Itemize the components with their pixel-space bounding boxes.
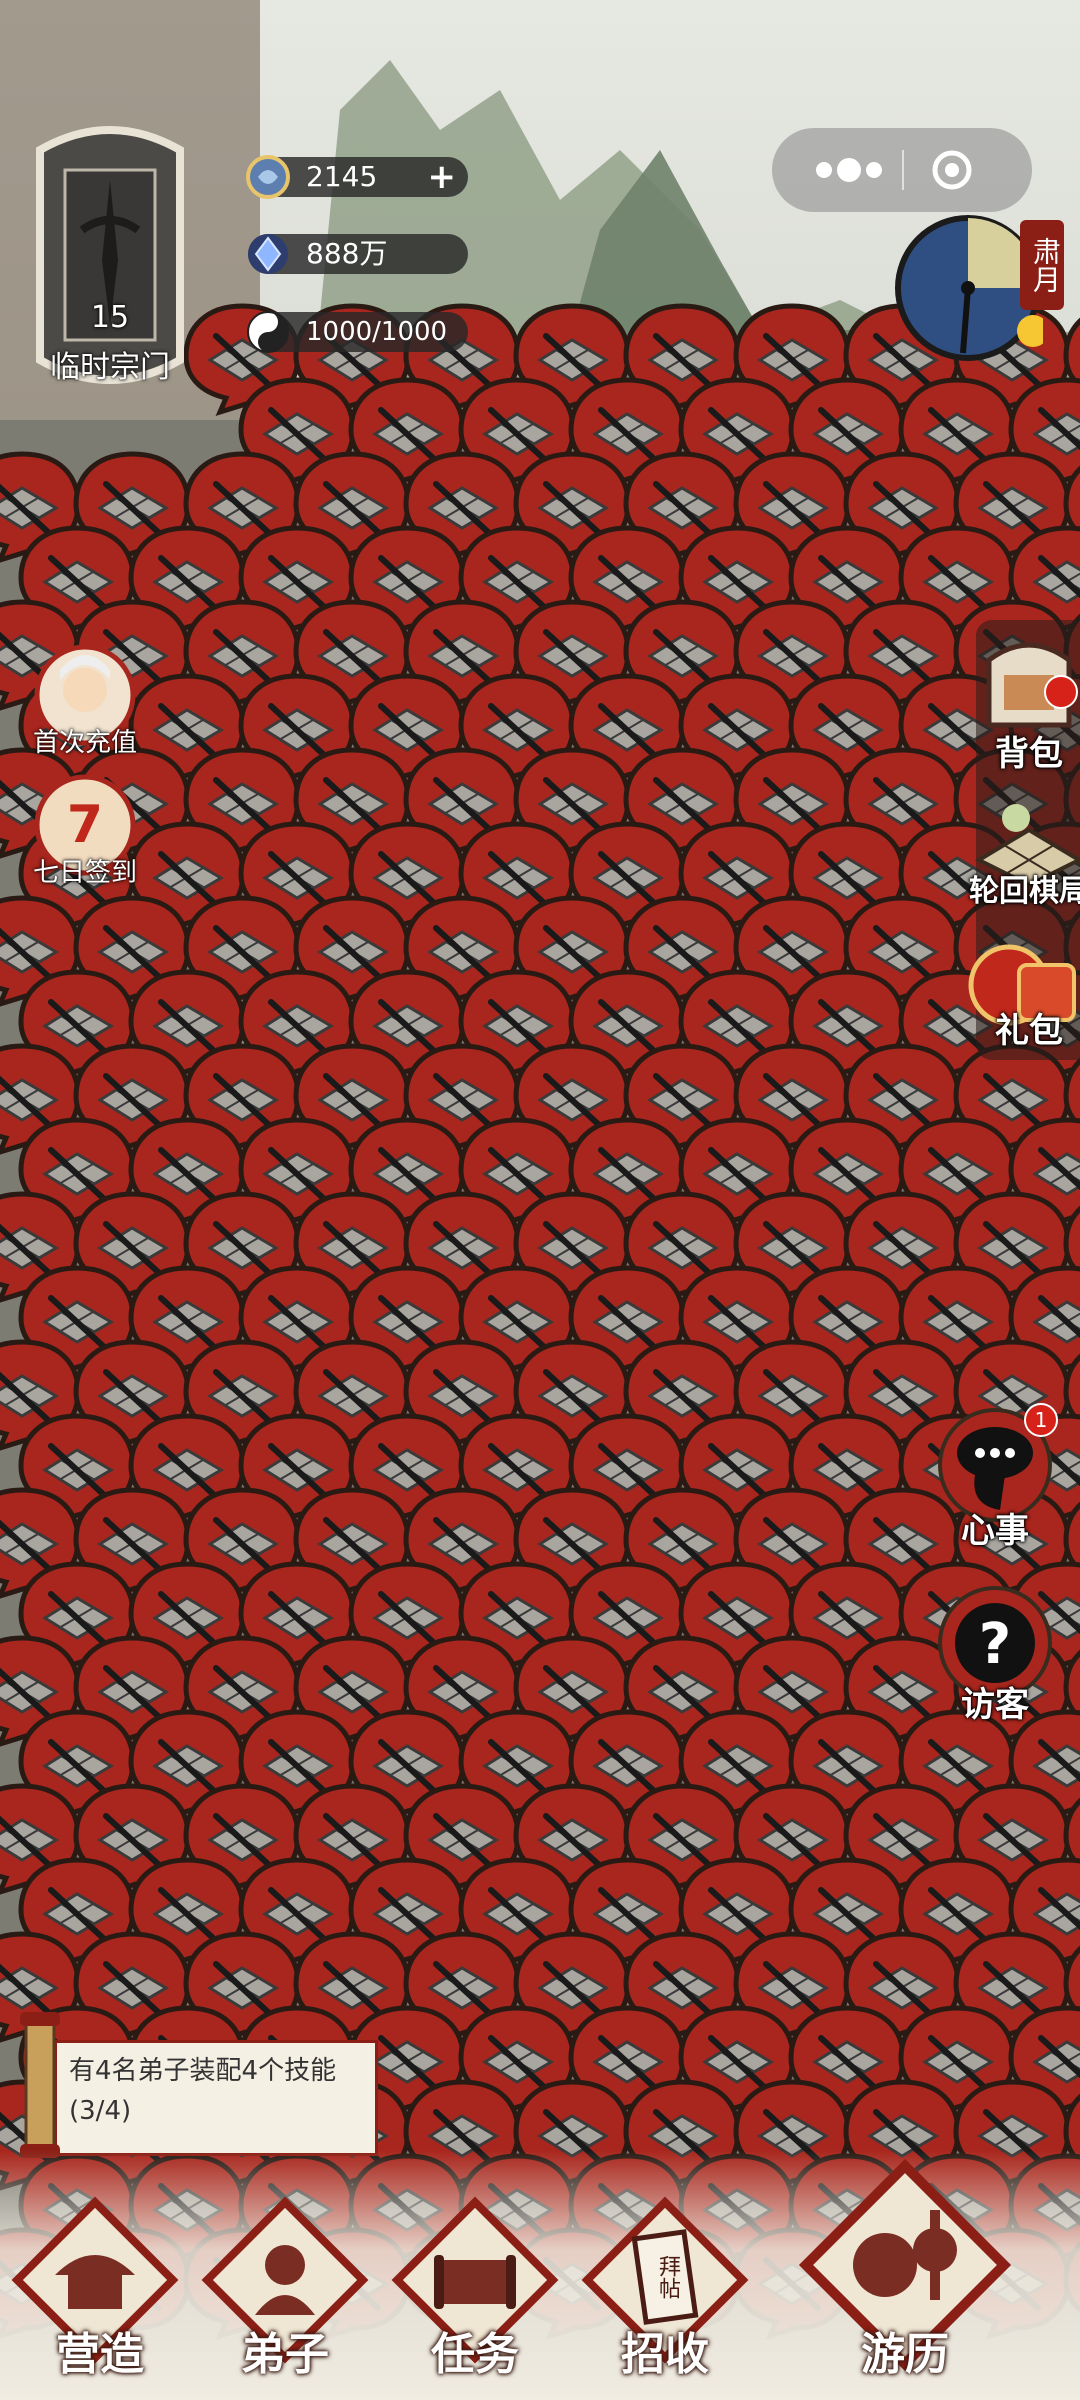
first-recharge-button[interactable]: 首次充值: [30, 640, 140, 758]
nav-recruit-label: 招收: [621, 2329, 709, 2380]
capsule-divider: [902, 150, 904, 190]
quest-paper: 有4名弟子装配4个技能(3/4): [54, 2040, 378, 2156]
nav-tasks-label: 任务: [431, 2329, 519, 2380]
chess-board-label: 轮回棋局: [969, 874, 1080, 909]
yin-yang-value: 1000/1000: [306, 317, 448, 347]
chess-board-button[interactable]: 轮回棋局: [964, 790, 1080, 920]
scroll-roll-icon: [20, 2012, 60, 2158]
yin-yang-icon: [247, 311, 289, 353]
visitors-button[interactable]: ? 访客: [930, 1585, 1060, 1725]
backpack-alert-dot: [1044, 675, 1078, 709]
gift-pack-label: 礼包: [995, 1011, 1063, 1051]
nav-disciples-label: 弟子: [241, 2329, 329, 2380]
spirit-stone-value: 2145: [306, 160, 378, 193]
spirit-stone-counter[interactable]: 2145 +: [246, 155, 468, 199]
invitation-card-text: 拜帖: [655, 2255, 680, 2299]
backpack-label: 背包: [995, 734, 1063, 774]
backpack-button[interactable]: 背包: [964, 630, 1080, 774]
spirit-stone-icon: [246, 155, 290, 199]
seven-day-signin-label: 七日签到: [32, 858, 137, 888]
nav-travel-label: 游历: [861, 2329, 949, 2380]
sect-name: 临时宗门: [50, 350, 170, 385]
crystal-value: 888万: [306, 237, 388, 270]
thoughts-badge: 1: [1024, 1403, 1058, 1437]
svg-text:7: 7: [67, 795, 103, 855]
add-spirit-stone-button[interactable]: +: [428, 157, 457, 197]
svg-text:?: ?: [979, 1612, 1011, 1677]
seven-day-signin-button[interactable]: 7 七日签到: [30, 770, 140, 888]
season-label: 肃月: [1020, 220, 1064, 310]
thoughts-button[interactable]: 1 心事: [930, 1403, 1060, 1551]
quest-tracker[interactable]: 有4名弟子装配4个技能(3/4): [14, 2010, 378, 2160]
quest-text: 有4名弟子装配4个技能(3/4): [69, 2056, 337, 2126]
thoughts-label: 心事: [961, 1511, 1029, 1551]
gift-pack-button[interactable]: 礼包: [964, 935, 1080, 1065]
first-recharge-label: 首次充值: [32, 728, 137, 758]
more-options-icon[interactable]: [804, 150, 894, 190]
yin-yang-counter[interactable]: 1000/1000: [247, 311, 468, 353]
visitors-label: 访客: [961, 1685, 1029, 1725]
crystal-counter[interactable]: 888万: [248, 234, 468, 274]
crystal-icon: [248, 234, 288, 274]
sect-level: 15: [90, 300, 130, 335]
mini-program-capsule: [772, 128, 1032, 212]
close-target-icon[interactable]: [930, 148, 974, 192]
nav-build-label: 营造: [56, 2329, 144, 2380]
